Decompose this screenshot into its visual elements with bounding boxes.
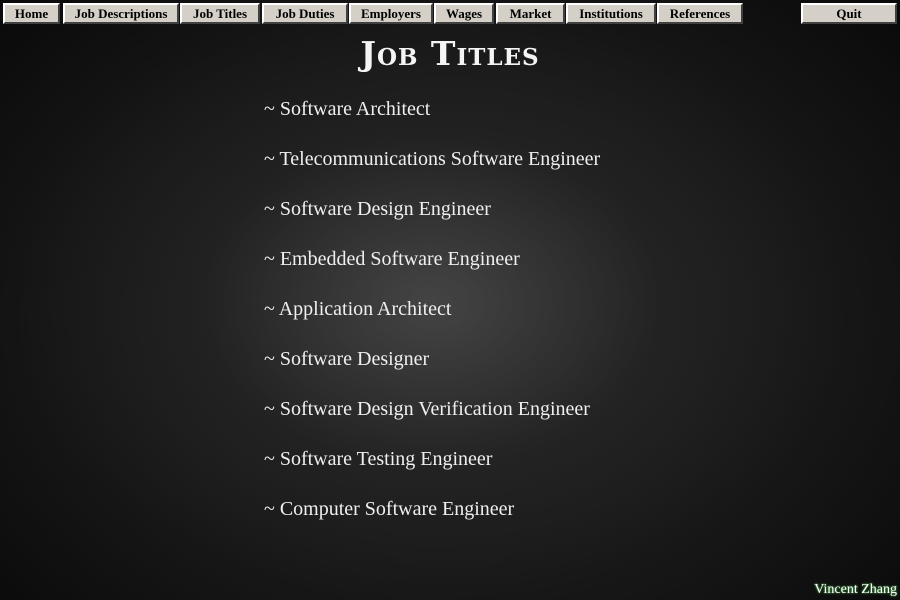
nav-references-button[interactable]: References (657, 3, 743, 24)
nav-job-titles-button[interactable]: Job Titles (180, 3, 260, 24)
job-title-item: ~ Software Design Verification Engineer (264, 398, 590, 420)
nav-home-button[interactable]: Home (3, 3, 60, 24)
job-title-item: ~ Telecommunications Software Engineer (264, 148, 601, 170)
job-title-item: ~ Application Architect (264, 298, 452, 320)
author-credit: Vincent Zhang (814, 582, 897, 597)
job-title-item: ~ Software Architect (264, 98, 431, 120)
nav-job-duties-button[interactable]: Job Duties (262, 3, 348, 24)
job-title-item: ~ Software Designer (264, 348, 430, 370)
job-title-item: ~ Software Design Engineer (264, 198, 491, 220)
job-titles-list: ~ Software Architect ~ Telecommunication… (264, 96, 600, 546)
top-navigation-bar: Home Job Descriptions Job Titles Job Dut… (3, 3, 897, 25)
nav-institutions-button[interactable]: Institutions (566, 3, 656, 24)
nav-wages-button[interactable]: Wages (434, 3, 494, 24)
job-title-item: ~ Embedded Software Engineer (264, 248, 520, 270)
nav-job-descriptions-button[interactable]: Job Descriptions (63, 3, 179, 24)
nav-employers-button[interactable]: Employers (349, 3, 433, 24)
quit-button[interactable]: Quit (801, 3, 897, 24)
page-title: Job Titles (360, 34, 540, 73)
nav-market-button[interactable]: Market (496, 3, 565, 24)
job-title-item: ~ Computer Software Engineer (264, 498, 515, 520)
job-title-item: ~ Software Testing Engineer (264, 448, 493, 470)
